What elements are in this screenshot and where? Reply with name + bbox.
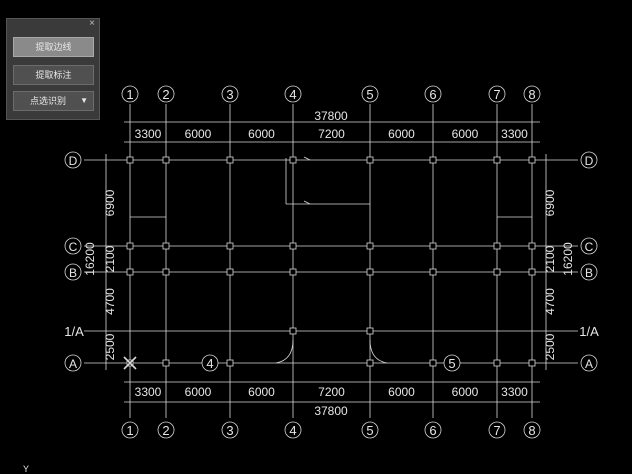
column-marker	[162, 359, 170, 367]
top-span-dimension: 6000	[388, 127, 415, 141]
annotation-tick	[303, 156, 311, 161]
column-marker	[289, 242, 297, 250]
left-span-dimension: 4700	[103, 288, 117, 315]
column-marker	[226, 242, 234, 250]
top-axis-label: 7	[493, 87, 500, 102]
column-marker	[528, 156, 536, 164]
top-axis-label: 3	[226, 87, 233, 102]
left-span-dimension: 6900	[103, 189, 117, 216]
inline-tag-label: 4	[206, 356, 213, 371]
top-axis-label: 4	[289, 87, 296, 102]
bottom-span-dimension: 3300	[135, 385, 162, 399]
bottom-axis-label: 1	[126, 423, 133, 438]
extract-annotations-button[interactable]: 提取标注	[13, 65, 94, 85]
column-marker	[366, 327, 374, 335]
extract-tool-panel: × 提取边线 提取标注 点选识别 ▼	[6, 18, 100, 120]
right-row-axis-label: 1/A	[579, 324, 599, 339]
column-marker	[493, 242, 501, 250]
column-marker	[493, 359, 501, 367]
column-marker	[289, 156, 297, 164]
extract-edges-button[interactable]: 提取边线	[13, 37, 94, 57]
column-marker	[226, 268, 234, 276]
right-span-dimension: 4700	[543, 288, 557, 315]
column-marker	[289, 327, 297, 335]
bottom-axis-label: 8	[528, 423, 535, 438]
pick-recognize-label: 点选识别	[30, 96, 67, 106]
top-span-dimension: 3300	[135, 127, 162, 141]
left-row-axis-label: C	[69, 240, 78, 254]
left-row-axis-label: D	[69, 154, 78, 168]
bottom-span-dimension: 3300	[501, 385, 528, 399]
left-row-axis-label: B	[69, 266, 77, 280]
right-total-dimension: 16200	[561, 242, 575, 276]
column-marker	[528, 242, 536, 250]
left-row-axis-label: 1/A	[64, 324, 84, 339]
column-marker	[162, 268, 170, 276]
top-axis-label: 8	[528, 87, 535, 102]
column-marker	[493, 268, 501, 276]
inline-tag-label: 5	[448, 356, 455, 371]
column-marker	[226, 156, 234, 164]
bottom-axis-label: 2	[162, 423, 169, 438]
top-span-dimension: 6000	[248, 127, 275, 141]
right-span-dimension: 6900	[543, 189, 557, 216]
bottom-axis-label: 6	[429, 423, 436, 438]
bottom-span-dimension: 6000	[248, 385, 275, 399]
column-marker	[429, 359, 437, 367]
pick-recognize-dropdown[interactable]: 点选识别 ▼	[13, 91, 94, 111]
top-axis-label: 2	[162, 87, 169, 102]
column-marker	[366, 156, 374, 164]
column-marker	[429, 268, 437, 276]
annotation-tick	[303, 200, 311, 205]
door-arc	[369, 339, 388, 364]
close-icon[interactable]: ×	[89, 19, 95, 29]
bottom-span-dimension: 6000	[452, 385, 479, 399]
bottom-axis-label: 4	[289, 423, 296, 438]
bottom-total-dimension: 37800	[314, 404, 348, 418]
column-marker	[493, 156, 501, 164]
right-row-axis-label: B	[585, 266, 593, 280]
column-marker	[126, 242, 134, 250]
bottom-span-dimension: 7200	[318, 385, 345, 399]
bottom-span-dimension: 6000	[388, 385, 415, 399]
top-total-dimension: 37800	[314, 109, 348, 123]
right-row-axis-label: C	[585, 240, 594, 254]
column-marker	[429, 242, 437, 250]
top-axis-label: 5	[366, 87, 373, 102]
column-marker	[366, 242, 374, 250]
column-marker	[226, 359, 234, 367]
column-marker	[366, 268, 374, 276]
column-marker	[429, 156, 437, 164]
right-span-dimension: 2100	[543, 245, 557, 272]
column-marker	[162, 156, 170, 164]
chevron-down-icon[interactable]: ▼	[80, 92, 88, 110]
column-marker	[528, 268, 536, 276]
left-total-dimension: 16200	[83, 242, 97, 276]
column-marker	[289, 268, 297, 276]
column-marker	[528, 359, 536, 367]
left-row-axis-label: A	[69, 357, 77, 371]
top-span-dimension: 6000	[452, 127, 479, 141]
bottom-axis-label: 7	[493, 423, 500, 438]
column-marker	[126, 268, 134, 276]
top-span-dimension: 7200	[318, 127, 345, 141]
right-row-axis-label: D	[585, 154, 594, 168]
right-span-dimension: 2500	[543, 333, 557, 360]
bottom-axis-label: 5	[366, 423, 373, 438]
top-axis-label: 1	[126, 87, 133, 102]
top-span-dimension: 3300	[501, 127, 528, 141]
left-span-dimension: 2500	[103, 333, 117, 360]
column-marker	[162, 242, 170, 250]
door-arc	[275, 339, 294, 364]
right-row-axis-label: A	[585, 357, 593, 371]
column-marker	[366, 359, 374, 367]
bottom-span-dimension: 6000	[185, 385, 212, 399]
corner-axis-mark: Y	[23, 464, 29, 474]
top-span-dimension: 6000	[185, 127, 212, 141]
bottom-axis-label: 3	[226, 423, 233, 438]
left-span-dimension: 2100	[103, 245, 117, 272]
top-axis-label: 6	[429, 87, 436, 102]
column-marker	[126, 156, 134, 164]
